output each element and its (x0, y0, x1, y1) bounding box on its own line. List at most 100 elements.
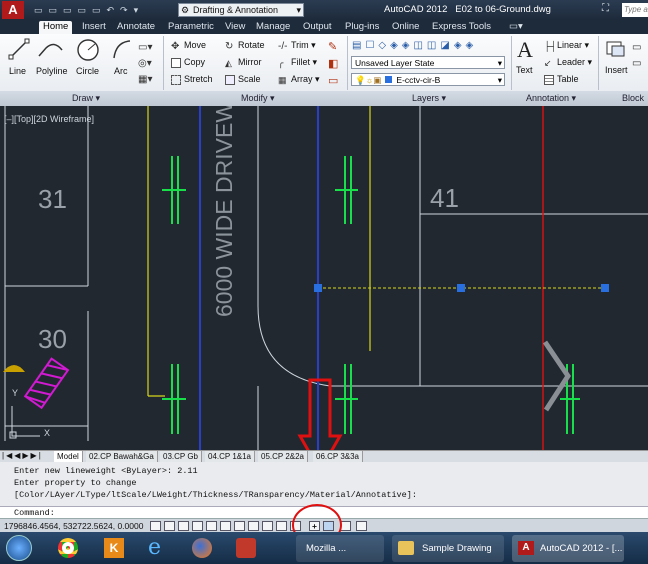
block-panel-label[interactable]: Block (622, 93, 644, 103)
object-snap-tracking-icon[interactable] (220, 521, 231, 531)
lineweight-icon[interactable] (262, 521, 273, 531)
taskbar-item-sample-drawing[interactable]: Sample Drawing (392, 535, 504, 562)
chevron-down-icon: ▾ (296, 5, 301, 15)
chrome-icon[interactable] (58, 538, 78, 558)
linear-button[interactable]: ├┤Linear ▾ (544, 40, 589, 51)
leader-icon: ↙ (544, 57, 552, 68)
circle-button[interactable]: Circle (74, 38, 104, 78)
layer-state-label: Unsaved Layer State (355, 58, 435, 68)
trim-button[interactable]: -/- Trim ▾ (278, 40, 316, 52)
line-icon (8, 38, 30, 60)
draw-small-tools[interactable]: ▭▾ ◎▾ ▦▾ (138, 40, 160, 90)
block-extra-tools[interactable]: ▭ ▭ (632, 40, 648, 84)
tab-output[interactable]: Output (299, 21, 336, 34)
modify-extra-tools[interactable]: ✎ ◧ ▭ (328, 39, 344, 87)
rotate-icon: ↻ (225, 40, 234, 52)
annotation-panel-label[interactable]: Annotation ▾ (526, 93, 576, 104)
fillet-button[interactable]: ╭ Fillet ▾ (278, 57, 317, 68)
tab-insert[interactable]: Insert (78, 21, 110, 34)
room-number-41: 41 (430, 183, 459, 213)
table-button[interactable]: Table (544, 74, 579, 85)
tab-parametric[interactable]: Parametric (164, 21, 218, 34)
leader-button[interactable]: ↙ Leader ▾ (544, 57, 592, 68)
folder-icon (398, 541, 414, 555)
scale-button[interactable]: Scale (225, 74, 261, 85)
tab-annotate[interactable]: Annotate (113, 21, 159, 34)
ribbon-panel-labels: Draw ▾ Modify ▾ Layers ▾ Annotation ▾ Bl… (0, 91, 648, 106)
app-grid-icon[interactable] (236, 538, 256, 558)
dynamic-input-icon[interactable] (248, 521, 259, 531)
tab-online[interactable]: Online (388, 21, 423, 34)
divider (347, 36, 348, 90)
layer-tools-icons[interactable]: ▤☐◇◈◈◫◫◪◈◈ (352, 40, 508, 52)
tab-plugins[interactable]: Plug-ins (341, 21, 383, 34)
tab-express-tools[interactable]: Express Tools (428, 21, 495, 34)
windows-start-icon[interactable] (6, 535, 32, 561)
workspace-dropdown[interactable]: ⚙ Drafting & Annotation ▾ (178, 3, 304, 17)
circle-icon (77, 39, 99, 61)
grip-handle[interactable] (457, 284, 465, 292)
arc-button[interactable]: Arc (110, 38, 134, 78)
grip-handle[interactable] (601, 284, 609, 292)
grid-display-icon[interactable] (164, 521, 175, 531)
coordinate-readout[interactable]: 1796846.4564, 532722.5624, 0.0000 (4, 521, 143, 531)
transparency-icon[interactable] (276, 521, 287, 531)
internet-explorer-icon[interactable]: e (148, 536, 161, 560)
stretch-button[interactable]: Stretch (171, 74, 213, 85)
autocad-a-icon[interactable]: A (2, 1, 24, 19)
taskbar-item-mozilla[interactable]: Mozilla ... (296, 535, 384, 562)
dynamic-ucs-icon[interactable] (234, 521, 245, 531)
taskbar-item-autocad[interactable]: A AutoCAD 2012 - [... (512, 535, 624, 562)
divider (598, 36, 599, 90)
tab-home[interactable]: Home (39, 21, 73, 34)
insert-button[interactable]: Insert (602, 38, 630, 78)
insert-label: Insert (605, 65, 628, 75)
modify-panel-label[interactable]: Modify ▾ (241, 93, 275, 104)
copy-icon (171, 57, 181, 68)
line-label: Line (9, 66, 27, 76)
firefox-icon[interactable] (192, 538, 212, 558)
object-snap-icon[interactable] (206, 521, 217, 531)
text-button[interactable]: A Text (514, 38, 536, 78)
viewport-label[interactable]: [–][Top][2D Wireframe] (4, 114, 94, 124)
draw-panel-label[interactable]: Draw ▾ (72, 93, 100, 104)
array-icon: ▦ (278, 74, 287, 85)
ortho-mode-icon[interactable] (178, 521, 189, 531)
layout-icon[interactable] (356, 521, 367, 531)
command-history-line: [Color/LAyer/LType/ltScale/LWeight/Thick… (14, 490, 417, 500)
driveway-label: 6000 WIDE DRIVEW (211, 106, 237, 317)
table-icon (544, 74, 554, 85)
polar-tracking-icon[interactable] (192, 521, 203, 531)
mirror-button[interactable]: ◭ Mirror (225, 57, 262, 68)
ribbon-toggle-icon[interactable]: ▭▾ (505, 21, 527, 34)
grip-handle[interactable] (314, 284, 322, 292)
lightbulb-icon: 💡 (355, 75, 366, 85)
insert-block-icon (606, 41, 625, 57)
red-arrow-annotation (297, 378, 343, 450)
move-button[interactable]: ✥ Move (171, 40, 206, 52)
cctv-camera-symbol (23, 357, 70, 410)
rotate-button[interactable]: ↻ Rotate (225, 40, 265, 52)
search-input[interactable]: Type a (622, 3, 648, 17)
quick-access-toolbar[interactable]: ▭▭▭▭▭↶↷▾ (34, 5, 164, 15)
layer-state-dropdown[interactable]: Unsaved Layer State ▾ (351, 56, 505, 69)
drawing-viewport[interactable]: [–][Top][2D Wireframe] 31 30 41 6000 WID… (0, 106, 648, 450)
binoculars-icon[interactable]: ⛶ (602, 3, 609, 14)
tab-manage[interactable]: Manage (252, 21, 294, 34)
copy-button[interactable]: Copy (171, 57, 205, 68)
room-number-30: 30 (38, 324, 67, 354)
polyline-button[interactable]: Polyline (36, 38, 68, 78)
line-button[interactable]: Line (6, 38, 32, 78)
app-k-icon[interactable]: K (104, 538, 124, 558)
drawing-canvas[interactable] (0, 106, 648, 450)
layout-nav-arrows[interactable]: |◀◀▶▶| (2, 451, 43, 460)
current-layer-dropdown[interactable]: 💡☼▣ E-cctv-cir-B ▾ (351, 73, 505, 86)
ucs-icon (9, 406, 40, 439)
layers-panel-label[interactable]: Layers ▾ (412, 93, 446, 104)
snap-mode-icon[interactable] (150, 521, 161, 531)
tab-view[interactable]: View (221, 21, 249, 34)
chevron-down-icon: ▾ (497, 75, 502, 85)
text-a-icon: A (517, 37, 533, 62)
command-prompt: Command: (14, 508, 55, 518)
array-button[interactable]: ▦ Array ▾ (278, 74, 320, 85)
